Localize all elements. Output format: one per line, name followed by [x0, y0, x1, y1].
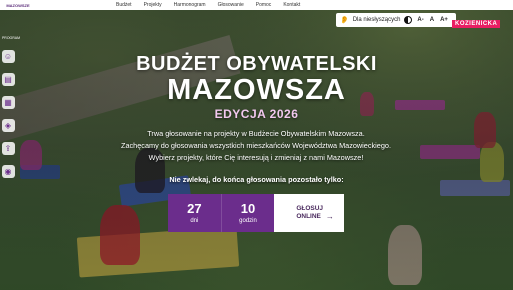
font-increase-button[interactable]: A+	[439, 17, 449, 23]
hours-value: 10	[240, 201, 256, 216]
sidebar-label: PROGRAM	[1, 36, 21, 40]
hero-title-line2: MAZOWSZA	[167, 74, 346, 106]
vote-button-line2-row: ONLINE →	[296, 213, 344, 221]
hours-unit: godzin	[239, 218, 257, 224]
font-normal-button[interactable]: A	[429, 17, 435, 23]
vote-button-line2: ONLINE	[296, 213, 321, 220]
description-line: Trwa głosowanie na projekty w Budżecie O…	[147, 129, 365, 138]
countdown-days: 27 dni	[168, 194, 221, 232]
description-line: Zachęcamy do głosowania wszystkich miesz…	[121, 141, 391, 150]
font-decrease-button[interactable]: A-	[416, 17, 424, 23]
edition-label: EDYCJA 2026	[214, 107, 299, 121]
accessibility-toolbar: 👂 Dla niesłyszących A- A A+	[336, 13, 456, 27]
kronika-logo-line1: KRONIKA	[452, 2, 502, 12]
top-nav-item[interactable]: Harmonogram	[174, 2, 206, 8]
top-nav-item[interactable]: Głosowanie	[218, 2, 244, 8]
share-icon[interactable]: ⇪	[1, 142, 15, 155]
top-nav-item[interactable]: Pomoc	[256, 2, 272, 8]
voting-countdown: 27 dni 10 godzin GŁOSUJ ONLINE →	[168, 194, 344, 232]
site-logo[interactable]: MAZOWSZE	[0, 0, 36, 10]
kronika-kozienicka-logo: KRONIKA KOZIENICKA	[452, 2, 513, 28]
vote-online-button[interactable]: GŁOSUJ ONLINE →	[274, 194, 344, 232]
hero-title-line1: BUDŻET OBYWATELSKI	[136, 53, 377, 75]
top-nav-item[interactable]: Kontakt	[283, 2, 300, 8]
deaf-support-link[interactable]: Dla niesłyszących	[353, 17, 401, 23]
vote-button-line1: GŁOSUJ	[296, 205, 324, 212]
days-value: 27	[187, 201, 202, 216]
countdown-hours: 10 godzin	[220, 194, 275, 232]
ear-icon[interactable]: 👂	[340, 16, 349, 24]
top-nav: Budżet Projekty Harmonogram Głosowanie Pomoc…	[116, 2, 300, 8]
top-nav-item[interactable]: Projekty	[144, 2, 162, 8]
countdown-label: Nie zwlekaj, do końca głosowania pozosta…	[169, 175, 344, 184]
contrast-toggle-icon[interactable]	[404, 16, 413, 24]
arrow-right-icon: →	[325, 212, 334, 221]
description-line: Wybierz projekty, które Cię interesują i…	[148, 153, 364, 162]
top-nav-item[interactable]: Budżet	[116, 2, 132, 8]
hero-description: Trwa głosowanie na projekty w Budżecie O…	[106, 128, 406, 164]
days-unit: dni	[190, 218, 199, 224]
top-navigation-bar: MAZOWSZE Budżet Projekty Harmonogram Głosow…	[0, 0, 513, 10]
kronika-logo-line2: KOZIENICKA	[452, 20, 501, 28]
